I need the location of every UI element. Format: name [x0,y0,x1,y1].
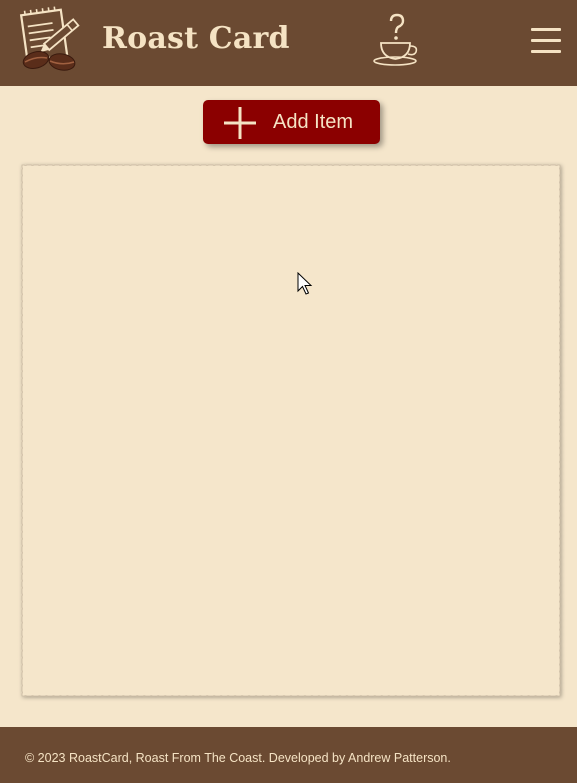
coffee-cup-question-icon [373,13,418,66]
roast-card-area[interactable] [21,164,561,697]
mouse-cursor-icon [297,272,313,295]
add-item-button[interactable]: Add Item [203,100,380,144]
footer-copyright: © 2023 RoastCard, Roast From The Coast. … [25,751,451,765]
add-item-label: Add Item [273,111,354,133]
stamp-card-body [21,164,561,697]
brand-title: Roast Card [102,21,290,56]
header-bar: Roast Card [0,0,577,86]
plus-icon [224,107,256,139]
hamburger-menu-icon[interactable] [529,26,563,56]
footer-bar: © 2023 RoastCard, Roast From The Coast. … [0,727,577,783]
stamp-card-frame [21,164,561,697]
notepad-pencil-coffee-beans-icon [19,6,80,71]
